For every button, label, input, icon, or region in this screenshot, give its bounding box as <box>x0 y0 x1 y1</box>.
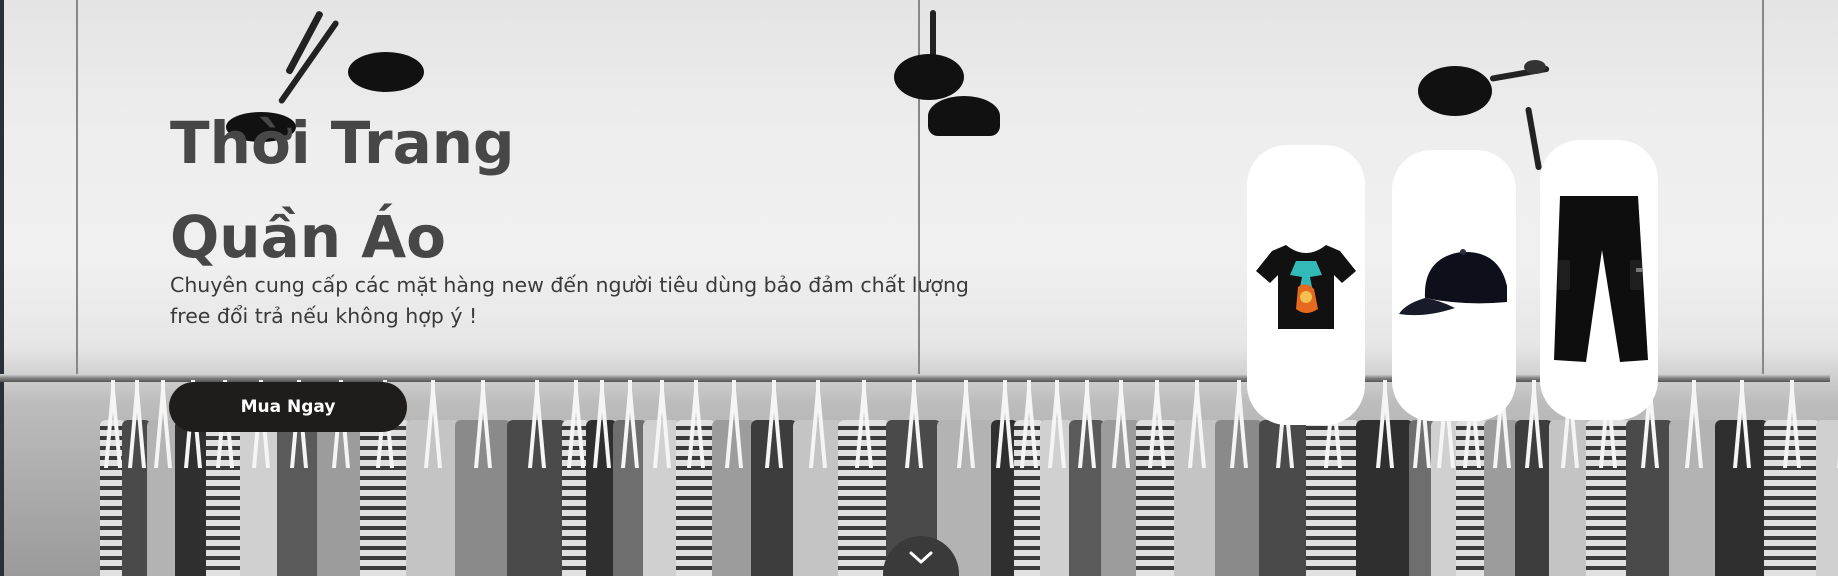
title-line-2: Quần Áo <box>170 203 446 271</box>
product-card-pants[interactable] <box>1540 140 1658 420</box>
hanger <box>1046 378 1068 470</box>
hanger <box>1146 378 1168 470</box>
hanger <box>1781 378 1803 470</box>
hanger <box>1018 378 1040 470</box>
hanger <box>1076 378 1098 470</box>
cap-icon <box>1399 248 1507 315</box>
hanger <box>1186 378 1208 470</box>
product-card-tshirt[interactable] <box>1247 145 1365 425</box>
pants-icon <box>1554 196 1648 362</box>
hanger <box>526 378 548 470</box>
hanger <box>651 378 673 470</box>
tshirt-icon <box>1256 245 1356 329</box>
hanger <box>422 378 444 470</box>
hanger <box>723 378 745 470</box>
hanger <box>591 378 613 470</box>
hanger <box>807 378 829 470</box>
hero-banner: Thời Trang Quần Áo Chuyên cung cấp các m… <box>0 0 1838 576</box>
left-edge <box>0 0 4 576</box>
hanger <box>152 378 174 470</box>
hanger <box>1110 378 1132 470</box>
hanger <box>1683 378 1705 470</box>
hanger <box>1228 378 1250 470</box>
hanger <box>472 378 494 470</box>
product-card-cap[interactable] <box>1392 150 1516 421</box>
title-line-1: Thời Trang <box>170 109 515 177</box>
ceiling-wire <box>76 0 78 376</box>
hanger <box>763 378 785 470</box>
hanger <box>1835 380 1838 470</box>
chevron-down-icon <box>909 551 933 564</box>
hanger <box>1731 378 1753 470</box>
hanger <box>955 378 977 470</box>
ceiling-wire <box>1762 0 1764 376</box>
shop-now-button[interactable]: Mua Ngay <box>169 382 407 432</box>
hanger <box>565 378 587 470</box>
hanger <box>619 378 641 470</box>
hanger <box>102 378 124 470</box>
hanger <box>994 378 1016 470</box>
hanger <box>903 378 925 470</box>
hanger <box>1374 378 1396 470</box>
hanger <box>853 378 875 470</box>
hanger <box>126 378 148 470</box>
bottom-strip <box>0 576 1838 583</box>
page-title: Thời Trang Quần Áo <box>170 96 515 284</box>
hero-subtitle: Chuyên cung cấp các mặt hàng new đến ngư… <box>170 273 969 328</box>
hanger <box>685 378 707 470</box>
